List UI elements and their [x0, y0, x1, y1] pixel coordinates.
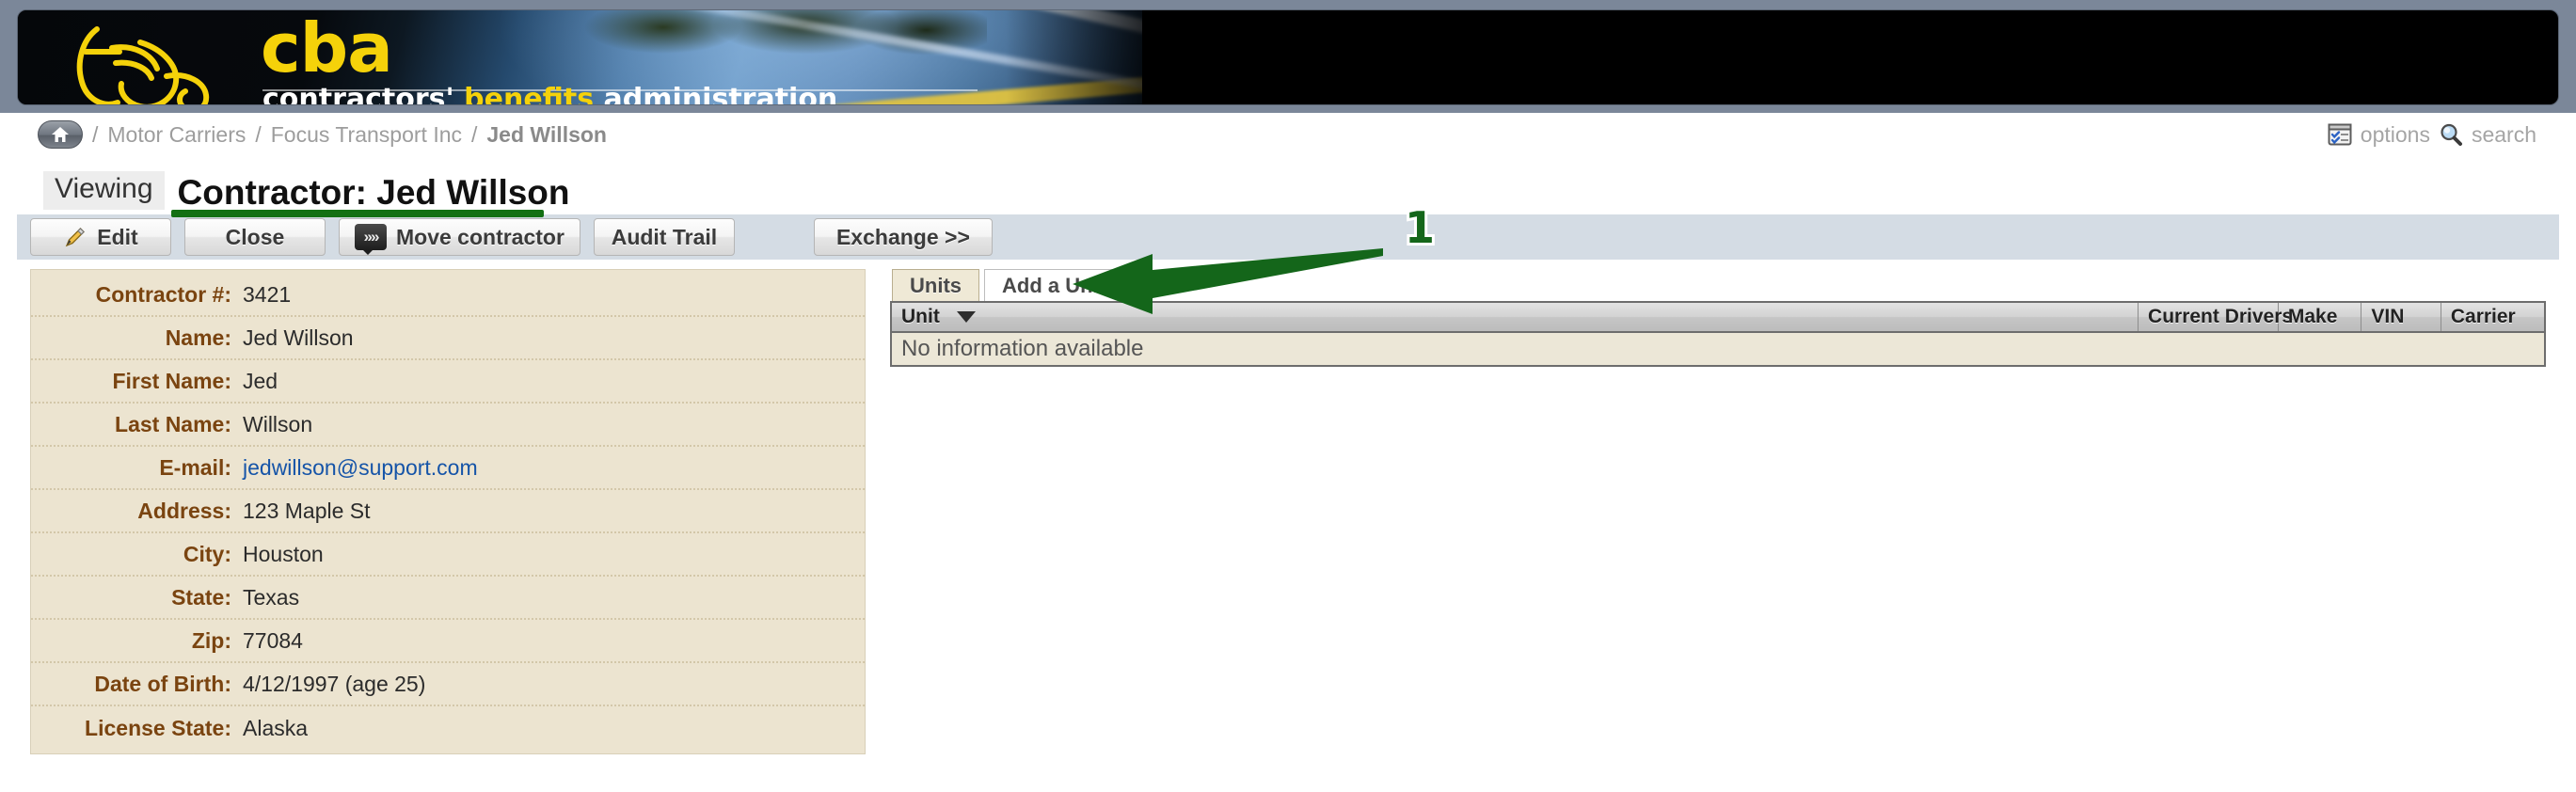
header-tools: options search: [2328, 113, 2536, 156]
site-banner: cba contractors' benefits administration: [0, 0, 2576, 113]
options-window-icon[interactable]: [2328, 122, 2352, 147]
options-label[interactable]: options: [2361, 122, 2430, 148]
detail-row-license-state: License State: Alaska: [31, 706, 865, 750]
detail-label: Last Name:: [115, 411, 231, 436]
page-title-row: Viewing Contractor: Jed Willson: [17, 156, 2559, 213]
breadcrumb-item-jed-willson: Jed Willson: [486, 121, 607, 147]
page-title: Contractor: Jed Willson: [177, 173, 570, 212]
units-table: Unit Current Drivers Make VIN Carrier No…: [890, 301, 2546, 367]
breadcrumb-separator-3: /: [471, 121, 478, 147]
close-button[interactable]: Close: [184, 218, 326, 256]
detail-value: Houston: [243, 541, 324, 566]
detail-value: Alaska: [243, 715, 309, 740]
column-header-current-drivers[interactable]: Current Drivers: [2138, 302, 2293, 333]
detail-row-zip: Zip: 77084: [31, 620, 865, 663]
move-contractor-button[interactable]: »» Move contractor: [339, 218, 580, 256]
detail-row-state: State: Texas: [31, 577, 865, 620]
detail-label: E-mail:: [159, 454, 231, 480]
detail-row-email: E-mail: jedwillson@support.com: [31, 447, 865, 490]
breadcrumb-item-focus-transport-inc[interactable]: Focus Transport Inc: [271, 122, 462, 148]
audit-trail-button[interactable]: Audit Trail: [593, 218, 735, 256]
logo-tagline: contractors' benefits administration: [262, 86, 837, 105]
tagline-part-2: benefits: [453, 83, 595, 105]
sort-descending-icon[interactable]: [956, 311, 976, 324]
units-panel: Units Add a Unit Unit Current Drivers Ma…: [890, 269, 2546, 367]
move-contractor-label: Move contractor: [396, 224, 564, 249]
detail-row-date-of-birth: Date of Birth: 4/12/1997 (age 25): [31, 663, 865, 706]
home-glyph: [52, 127, 69, 142]
detail-label: Name:: [165, 325, 231, 350]
pencil-icon: [65, 228, 86, 247]
breadcrumb-separator-2: /: [255, 121, 262, 147]
detail-label: Zip:: [191, 627, 231, 653]
search-label[interactable]: search: [2472, 122, 2536, 148]
banner-inner: cba contractors' benefits administration: [17, 9, 2559, 105]
breadcrumb: / Motor Carriers / Focus Transport Inc /…: [38, 113, 607, 156]
detail-row-address: Address: 123 Maple St: [31, 490, 865, 533]
detail-label: Address:: [137, 498, 231, 523]
detail-row-city: City: Houston: [31, 533, 865, 577]
detail-row-first-name: First Name: Jed: [31, 360, 865, 404]
cba-logo-mark: [76, 26, 210, 104]
tagline-part-1: contractors': [262, 83, 454, 105]
breadcrumb-item-motor-carriers[interactable]: Motor Carriers: [107, 122, 246, 148]
column-header-make[interactable]: Make: [2278, 302, 2362, 333]
exchange-label: Exchange >>: [835, 224, 970, 249]
edit-button-label: Edit: [97, 224, 138, 249]
contractor-detail-panel: Contractor #: 3421 Name: Jed Willson Fir…: [30, 269, 866, 754]
cba-logo[interactable]: cba contractors' benefits administration: [54, 9, 1051, 105]
breadcrumb-bar: / Motor Carriers / Focus Transport Inc /…: [17, 113, 2559, 156]
detail-value: 3421: [243, 281, 292, 307]
tab-units-label: Units: [910, 273, 962, 297]
detail-label: License State:: [85, 715, 231, 740]
detail-label: City:: [183, 541, 231, 566]
home-icon[interactable]: [38, 120, 83, 149]
detail-value: 123 Maple St: [243, 498, 371, 523]
action-toolbar: Edit Close »» Move contractor Audit Trai…: [17, 214, 2559, 260]
units-tab-strip: Units Add a Unit: [890, 269, 2546, 301]
logo-wordmark: cba: [261, 9, 393, 87]
units-table-header-row: Unit Current Drivers Make VIN Carrier: [891, 302, 2545, 333]
detail-label: Contractor #:: [95, 281, 231, 307]
column-header-unit[interactable]: Unit: [891, 302, 2139, 333]
exchange-button[interactable]: Exchange >>: [813, 218, 993, 256]
detail-value: Willson: [243, 411, 313, 436]
tab-add-a-unit[interactable]: Add a Unit: [984, 269, 1123, 301]
email-link[interactable]: jedwillson@support.com: [243, 455, 478, 481]
table-row: No information available: [891, 332, 2545, 366]
detail-value: Texas: [243, 584, 300, 610]
audit-trail-label: Audit Trail: [611, 224, 718, 249]
tab-add-a-unit-label: Add a Unit: [1002, 273, 1105, 297]
breadcrumb-separator-1: /: [92, 121, 99, 147]
column-header-carrier[interactable]: Carrier: [2441, 302, 2545, 333]
detail-row-last-name: Last Name: Willson: [31, 404, 865, 447]
detail-label: Date of Birth:: [94, 671, 231, 696]
close-button-label: Close: [225, 224, 285, 249]
empty-state-message: No information available: [891, 332, 2545, 366]
column-header-vin[interactable]: VIN: [2361, 302, 2441, 333]
tab-units[interactable]: Units: [892, 269, 979, 301]
edit-button[interactable]: Edit: [30, 218, 171, 256]
detail-value: Jed Willson: [243, 325, 354, 350]
toolbar-buttons: Edit Close »» Move contractor Audit Trai…: [30, 218, 993, 256]
title-highlight-underline: [171, 210, 544, 217]
detail-label: First Name:: [112, 368, 231, 393]
tagline-part-3: administration: [594, 83, 838, 105]
detail-value: 77084: [243, 627, 303, 653]
detail-value: 4/12/1997 (age 25): [243, 671, 426, 696]
detail-row-contractor-number: Contractor #: 3421: [31, 274, 865, 317]
detail-label: State:: [171, 584, 231, 610]
mode-chip: Viewing: [43, 171, 165, 210]
chevrons-right-icon: »»: [355, 224, 387, 255]
detail-row-name: Name: Jed Willson: [31, 317, 865, 360]
column-header-unit-label: Unit: [901, 306, 940, 327]
magnifier-icon[interactable]: [2439, 122, 2463, 147]
detail-value: Jed: [243, 368, 278, 393]
page-content: Contractor #: 3421 Name: Jed Willson Fir…: [17, 260, 2559, 792]
